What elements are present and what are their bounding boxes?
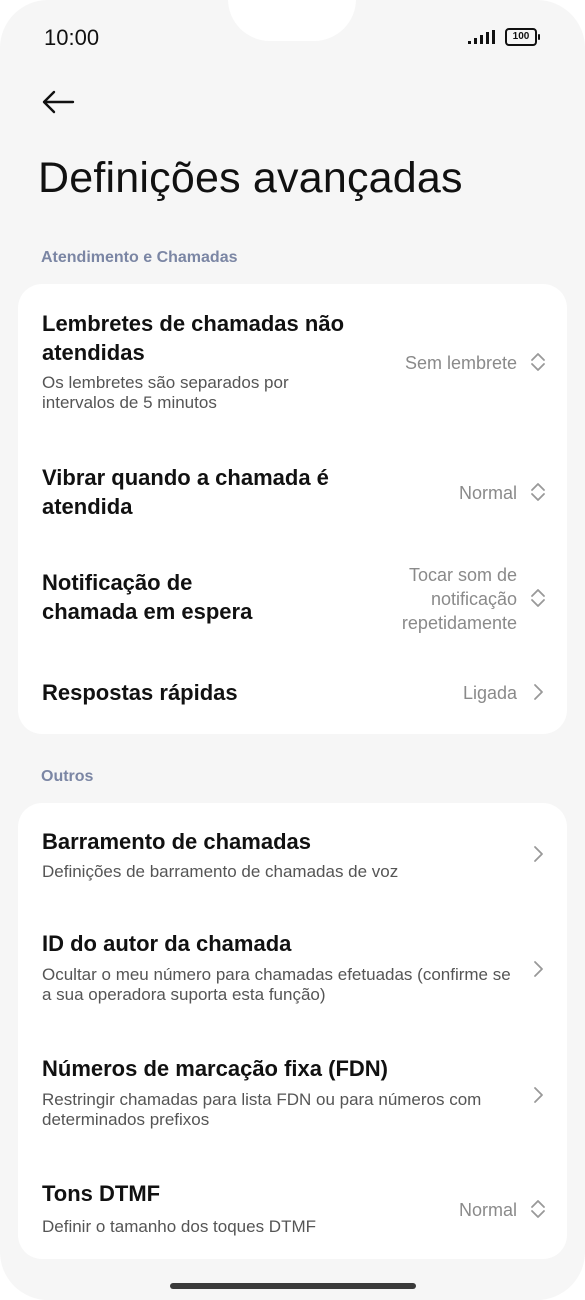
phone-screen: 10:00 100 Definições avançadas Atendimen…: [0, 0, 585, 1300]
row-value: Ligada: [462, 683, 517, 703]
status-time: 10:00: [44, 25, 100, 50]
call-waiting-notification-row[interactable]: Notificação de chamada em espera Tocar s…: [18, 554, 567, 644]
status-bar: 10:00 100: [0, 0, 585, 75]
call-barring-row[interactable]: Barramento de chamadas Definições de bar…: [18, 803, 567, 903]
row-subtitle: Ocultar o meu número para chamadas efetu…: [42, 965, 511, 1004]
row-value: Sem lembrete: [404, 353, 517, 373]
vibrate-on-answer-row[interactable]: Vibrar quando a chamada é atendida Norma…: [18, 449, 567, 529]
row-subtitle: Restringir chamadas para lista FDN ou pa…: [42, 1090, 482, 1129]
section-label-others: Outros: [41, 768, 94, 785]
back-arrow-icon[interactable]: [40, 84, 76, 120]
chevron-right-icon: [534, 684, 543, 700]
row-value: Tocar som de notificação repetidamente: [401, 565, 517, 633]
home-indicator[interactable]: [170, 1283, 416, 1289]
page-title: Definições avançadas: [38, 154, 463, 202]
signal-icon: [468, 30, 495, 44]
caller-id-row[interactable]: ID do autor da chamada Ocultar o meu núm…: [18, 913, 567, 1023]
dtmf-tones-row[interactable]: Tons DTMF Definir o tamanho dos toques D…: [18, 1168, 567, 1248]
chevron-right-icon: [534, 961, 543, 977]
row-subtitle: Definições de barramento de chamadas de …: [42, 862, 399, 881]
row-value: Normal: [458, 1200, 517, 1220]
row-title: ID do autor da chamada: [42, 931, 292, 956]
row-title: Barramento de chamadas: [42, 829, 311, 854]
row-value: Normal: [458, 483, 517, 503]
missed-call-reminders-row[interactable]: Lembretes de chamadas não atendidas Os l…: [18, 284, 567, 434]
fixed-dialing-numbers-row[interactable]: Números de marcação fixa (FDN) Restringi…: [18, 1043, 567, 1143]
row-title: Vibrar quando a chamada é atendida: [42, 465, 329, 519]
row-title: Números de marcação fixa (FDN): [42, 1056, 388, 1081]
row-subtitle: Definir o tamanho dos toques DTMF: [42, 1217, 317, 1236]
calls-settings-card: Lembretes de chamadas não atendidas Os l…: [18, 284, 567, 734]
updown-chevron-icon: [531, 1200, 545, 1218]
row-title: Respostas rápidas: [42, 680, 238, 705]
updown-chevron-icon: [531, 589, 545, 607]
row-title: Notificação de chamada em espera: [42, 570, 253, 624]
battery-icon: 100: [505, 28, 540, 46]
updown-chevron-icon: [531, 483, 545, 501]
chevron-right-icon: [534, 846, 543, 862]
updown-chevron-icon: [531, 353, 545, 371]
row-title: Tons DTMF: [42, 1181, 161, 1206]
others-settings-card: Barramento de chamadas Definições de bar…: [18, 803, 567, 1259]
row-subtitle: Os lembretes são separados por intervalo…: [42, 373, 289, 412]
quick-responses-row[interactable]: Respostas rápidas Ligada: [18, 664, 567, 724]
chevron-right-icon: [534, 1087, 543, 1103]
section-label-calls: Atendimento e Chamadas: [41, 249, 238, 266]
row-title: Lembretes de chamadas não atendidas: [42, 311, 345, 365]
